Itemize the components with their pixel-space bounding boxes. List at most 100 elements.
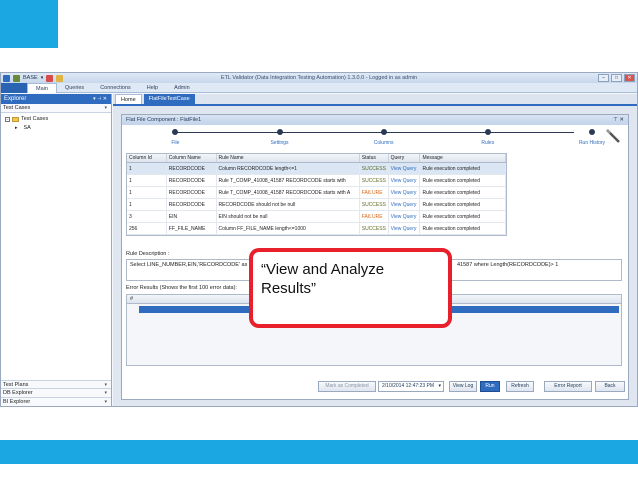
cell-rule-name: RECORDCODE should not be null [217,199,360,210]
collapse-icon[interactable]: − [5,117,10,122]
chevron-down-icon[interactable]: ▾ [104,104,107,113]
window-controls: – □ ✕ [598,74,635,82]
cell-status: SUCCESS [360,163,389,174]
wizard-step-file[interactable]: File [145,129,205,146]
chevron-down-icon[interactable]: ▾ [104,398,107,406]
run-date-select[interactable]: 2/10/2014 12:47:23 PM ▾ [378,381,444,392]
cell-column-id: 256 [127,223,167,234]
cell-message: Rule execution completed [420,175,506,186]
table-row[interactable]: 3 EIN EIN should not be null FAILURE Vie… [127,211,506,223]
chevron-down-icon[interactable]: ▾ [104,389,107,398]
cell-message: Rule execution completed [420,223,506,234]
panel-title: Flat File Component : FlatFile1 [126,117,202,123]
menu-queries[interactable]: Queries [57,83,92,93]
tree-item-test-cases[interactable]: − Test Cases [5,115,111,124]
cell-column-id: 3 [127,211,167,222]
maximize-button[interactable]: □ [611,74,622,82]
menu-main[interactable]: Main [27,82,57,93]
rule-description-label: Rule Description : [126,251,170,257]
panel-footer: Mark as Completed 2/10/2014 12:47:23 PM … [122,381,628,393]
section-label: DB Explorer [3,390,33,396]
header-rule-name[interactable]: Rule Name [217,154,360,162]
cell-column-name: RECORDCODE [167,187,217,198]
section-label: Test Plans [3,382,29,388]
table-row[interactable]: 1 RECORDCODE Rule T_COMP_41008_41587 REC… [127,175,506,187]
section-db-explorer[interactable]: DB Explorer ▾ [1,389,111,398]
mark-completed-button[interactable]: Mark as Completed [318,381,376,392]
tree-item-label: Test Cases [21,116,49,122]
minimize-button[interactable]: – [598,74,609,82]
refresh-button[interactable]: Refresh [506,381,534,392]
step-label: Columns [373,140,394,146]
menu-bar: Main Queries Connections Help Admin [1,82,637,93]
header-message[interactable]: Message [420,154,506,162]
panel-controls[interactable]: ⊤ ✕ [613,115,624,125]
table-row[interactable]: 1 RECORDCODE Column RECORDCODE length<=1… [127,163,506,175]
table-row[interactable]: 1 RECORDCODE Rule T_COMP_41008_41587 REC… [127,187,506,199]
cell-column-id: 1 [127,199,167,210]
section-bi-explorer[interactable]: BI Explorer ▾ [1,398,111,406]
window-title: ETL Validator (Data Integration Testing … [220,75,418,81]
cell-rule-name: Column RECORDCODE length<=1 [217,163,360,174]
cell-column-name: RECORDCODE [167,199,217,210]
menu-help[interactable]: Help [139,83,166,93]
menu-connections[interactable]: Connections [92,83,139,93]
cell-status: SUCCESS [360,199,389,210]
header-status[interactable]: Status [360,154,389,162]
file-menu-button[interactable] [1,82,27,93]
wizard-step-rules[interactable]: Rules [458,129,518,146]
run-button[interactable]: Run [480,381,500,392]
cell-message: Rule execution completed [420,199,506,210]
back-button[interactable]: Back [595,381,625,392]
step-dot-icon [172,129,179,135]
menu-admin[interactable]: Admin [166,83,198,93]
cell-message: Rule execution completed [420,163,506,174]
view-query-link[interactable]: View Query [389,163,421,174]
explorer-pin-icon[interactable]: ▾ ⊣ ✕ [93,94,107,104]
document-tabs: Home FlatFileTestCase [113,94,637,106]
step-dot-icon [589,129,595,135]
error-results-label: Error Results (Shows the first 100 error… [126,285,237,291]
title-bar: BASE ▾ ETL Validator (Data Integration T… [1,73,637,83]
view-query-link[interactable]: View Query [389,223,421,234]
header-query[interactable]: Query [389,154,421,162]
chevron-down-icon[interactable]: ▾ [438,382,441,391]
cell-status: SUCCESS [360,223,389,234]
brand-corner-block [0,0,58,48]
step-label: Settings [270,140,289,146]
view-query-link[interactable]: View Query [389,211,421,222]
grid-header: Column Id Column Name Rule Name Status Q… [127,154,506,163]
cell-column-name: EIN [167,211,217,222]
step-label: File [171,140,180,146]
cell-rule-name: EIN should not be null [217,211,360,222]
magic-wand-icon[interactable] [604,127,622,145]
view-query-link[interactable]: View Query [389,199,421,210]
table-row[interactable]: 256 FF_FILE_NAME Column FF_FILE_NAME len… [127,223,506,235]
section-test-cases-label: Test Cases [3,105,31,111]
section-test-plans[interactable]: Test Plans ▾ [1,380,111,389]
brand-bottom-band [0,440,638,464]
tab-home[interactable]: Home [115,94,142,104]
tree-item-sa[interactable]: ▸ SA [5,124,111,133]
view-query-link[interactable]: View Query [389,187,421,198]
rule-description-text: Select LINE_NUMBER,EIN,'RECORDCODE' as E… [130,262,257,268]
step-dot-icon [380,129,387,135]
tab-flatfiletestcase[interactable]: FlatFileTestCase [143,94,195,104]
close-button[interactable]: ✕ [624,74,635,82]
wizard-step-columns[interactable]: Columns [354,129,414,146]
cell-column-name: RECORDCODE [167,175,217,186]
error-report-button[interactable]: Error Report [544,381,592,392]
cell-status: FAILURE [360,187,389,198]
header-column-id[interactable]: Column Id [127,154,167,162]
header-column-name[interactable]: Column Name [167,154,217,162]
tree-item-label: SA [23,125,31,131]
view-log-button[interactable]: View Log [449,381,477,392]
callout-text: “View and Analyze Results” [261,261,385,297]
view-query-link[interactable]: View Query [389,175,421,186]
wizard-step-settings[interactable]: Settings [250,129,310,146]
cell-column-id: 1 [127,175,167,186]
section-test-cases[interactable]: Test Cases ▾ [1,104,111,113]
panel-header: Flat File Component : FlatFile1 ⊤ ✕ [122,115,628,125]
table-row[interactable]: 1 RECORDCODE RECORDCODE should not be nu… [127,199,506,211]
expand-icon[interactable]: ▸ [15,124,18,133]
